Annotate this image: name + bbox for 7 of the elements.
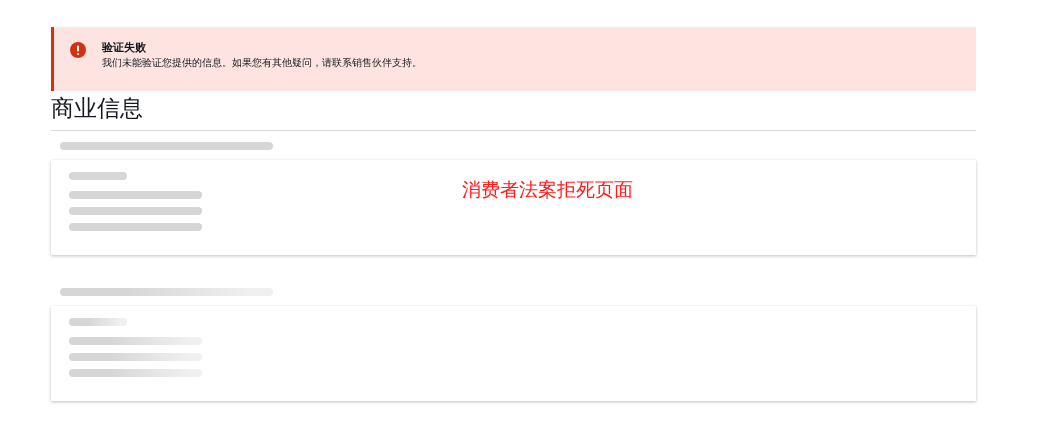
alert-title: 验证失败: [102, 40, 147, 56]
overlay-note: 消费者法案拒死页面: [462, 177, 633, 202]
alert-message: 我们未能验证您提供的信息。如果您有其他疑问，请联系销售伙伴支持。: [102, 56, 422, 70]
page-heading: 商业信息: [51, 94, 144, 123]
skeleton-bar: [69, 318, 127, 326]
skeleton-bar: [69, 172, 127, 180]
error-icon: [70, 42, 86, 58]
